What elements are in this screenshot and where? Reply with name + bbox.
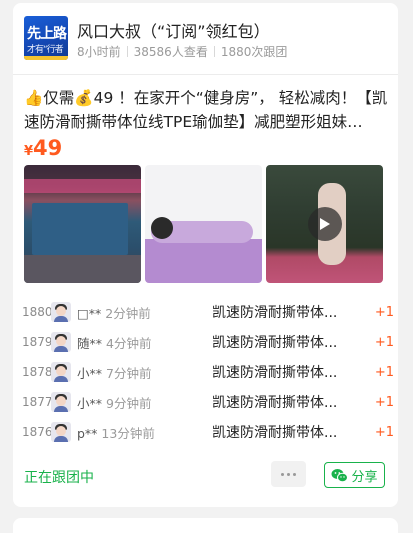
dot: [287, 472, 290, 476]
meta-divider: [213, 46, 215, 57]
order-count: +1: [374, 424, 394, 440]
order-user: 小** 9分钟前: [77, 393, 212, 412]
avatar: [51, 362, 71, 382]
photo-detail: [24, 255, 141, 283]
group-logo[interactable]: 先上路 才有“行者: [24, 16, 68, 60]
order-row[interactable]: 1879 随** 4分钟前 凯速防滑耐撕带体... +1: [22, 327, 394, 357]
logo-subtext: 才有“行者: [27, 45, 64, 55]
post-title-line: 速防滑耐撕带体位线TPE瑜伽垫】减肥塑形姐妹…: [24, 113, 363, 131]
avatar-detail: [56, 426, 66, 436]
meta-divider: [126, 46, 128, 57]
avatar: [51, 392, 71, 412]
order-product: 凯速防滑耐撕带体...: [212, 335, 338, 351]
avatar: [51, 332, 71, 352]
order-list: 1880 □** 2分钟前 凯速防滑耐撕带体... +1 1879 随** 4分钟前 凯速防…: [22, 297, 394, 447]
avatar: [51, 422, 71, 442]
next-card: [13, 518, 398, 533]
order-product: 凯速防滑耐撕带体...: [212, 395, 338, 411]
order-count: +1: [374, 334, 394, 350]
price: ¥49: [24, 136, 62, 160]
user-name: 小**: [77, 395, 103, 411]
user-name: p**: [77, 425, 98, 441]
avatar-detail: [54, 346, 68, 352]
photo-detail: [151, 217, 173, 239]
order-row[interactable]: 1880 □** 2分钟前 凯速防滑耐撕带体... +1: [22, 297, 394, 327]
order-time: 13分钟前: [101, 425, 155, 441]
order-user: □** 2分钟前: [77, 303, 212, 322]
header-divider: [13, 74, 398, 75]
order-rank: 1880: [22, 305, 53, 319]
order-row[interactable]: 1878 小** 7分钟前 凯速防滑耐撕带体... +1: [22, 357, 394, 387]
avatar-detail: [56, 396, 66, 406]
user-name: □**: [77, 305, 102, 321]
view-count: 38586人查看: [133, 45, 208, 59]
order-rank: 1879: [22, 335, 53, 349]
avatar-detail: [56, 366, 66, 376]
avatar: [51, 302, 71, 322]
group-meta: 8小时前 38586人查看 1880次跟团: [77, 43, 287, 60]
following-status: 正在跟团中: [24, 470, 94, 486]
avatar-detail: [54, 406, 68, 412]
yoga-pose-photo[interactable]: [145, 165, 262, 283]
logo-stripe: [24, 56, 68, 60]
order-product: 凯速防滑耐撕带体...: [212, 425, 338, 441]
yoga-mat-photo[interactable]: [24, 165, 141, 283]
user-name: 小**: [77, 365, 103, 381]
dot: [281, 472, 284, 476]
order-time: 9分钟前: [106, 395, 152, 411]
play-icon[interactable]: [308, 207, 342, 241]
post-time: 8小时前: [77, 45, 121, 59]
order-row[interactable]: 1876 p** 13分钟前 凯速防滑耐撕带体... +1: [22, 417, 394, 447]
user-name: 随**: [77, 335, 103, 351]
order-rank: 1877: [22, 395, 53, 409]
order-rank: 1876: [22, 425, 53, 439]
share-label: 分享: [351, 469, 378, 485]
group-header[interactable]: 先上路 才有“行者 风口大叔（“订阅”领红包） 8小时前 38586人查看 18…: [24, 15, 394, 63]
more-button[interactable]: [271, 461, 306, 487]
image-gallery: [24, 165, 384, 283]
author-name[interactable]: 风口大叔（“订阅”领红包）: [77, 18, 270, 42]
photo-detail: [32, 203, 128, 255]
order-product: 凯速防滑耐撕带体...: [212, 365, 338, 381]
order-count: +1: [374, 304, 394, 320]
order-count: +1: [374, 394, 394, 410]
order-row[interactable]: 1877 小** 9分钟前 凯速防滑耐撕带体... +1: [22, 387, 394, 417]
order-user: 随** 4分钟前: [77, 333, 212, 352]
order-rank: 1878: [22, 365, 53, 379]
avatar-detail: [54, 316, 68, 322]
photo-detail: [24, 179, 141, 193]
price-value: 49: [33, 136, 63, 160]
avatar-detail: [56, 306, 66, 316]
post-title[interactable]: 👍仅需💰49 ！在家开个“健身房”， 轻松减肉！【凯 速防滑耐撕带体位线TPE瑜…: [24, 86, 388, 134]
avatar-detail: [54, 376, 68, 382]
post-title-line: 👍仅需💰49 ！在家开个“健身房”， 轻松减肉！【凯: [24, 89, 388, 107]
share-button[interactable]: 分享: [324, 462, 385, 488]
order-product: 凯速防滑耐撕带体...: [212, 305, 338, 321]
avatar-detail: [56, 336, 66, 346]
order-user: p** 13分钟前: [77, 423, 212, 442]
wechat-icon: [331, 468, 349, 482]
join-count: 1880次跟团: [220, 45, 288, 59]
price-symbol: ¥: [24, 144, 34, 159]
order-time: 4分钟前: [106, 335, 152, 351]
order-time: 2分钟前: [105, 305, 151, 321]
order-user: 小** 7分钟前: [77, 363, 212, 382]
dot: [293, 472, 296, 476]
photo-detail: [145, 239, 262, 283]
avatar-detail: [54, 436, 68, 442]
group-buy-card: 先上路 才有“行者 风口大叔（“订阅”领红包） 8小时前 38586人查看 18…: [13, 3, 398, 507]
yoga-video-thumbnail[interactable]: [266, 165, 383, 283]
order-time: 7分钟前: [106, 365, 152, 381]
order-count: +1: [374, 364, 394, 380]
logo-text: 先上路: [27, 26, 67, 42]
